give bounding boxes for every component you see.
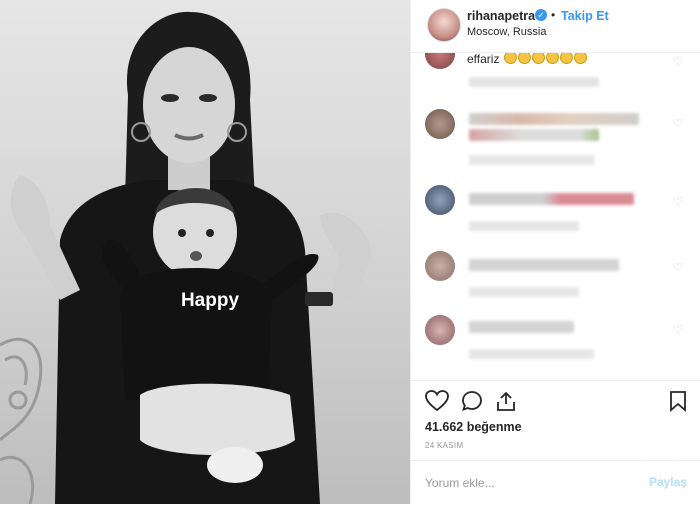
comment-text-blurred: [469, 259, 619, 271]
comment-like-icon[interactable]: ♡: [673, 323, 683, 336]
shirt-text: Happy: [181, 290, 240, 311]
comment-username[interactable]: effariz: [467, 53, 499, 66]
comment-like-icon[interactable]: ♡: [673, 261, 683, 274]
comment-text-blurred: [469, 321, 574, 333]
post-photo-illustration: Happy: [0, 11, 372, 504]
emoji-icon: [517, 53, 531, 64]
comment-bubble-icon[interactable]: [461, 390, 483, 417]
emoji-icon: [503, 53, 517, 64]
post-side-panel: rihanapetra ✓ • Takip Et Moscow, Russia …: [410, 0, 700, 504]
comment-meta-blurred: [469, 77, 599, 87]
author-username[interactable]: rihanapetra: [467, 9, 535, 23]
like-heart-icon[interactable]: [425, 390, 449, 417]
comment-text: effariz: [467, 53, 587, 66]
comment-text-blurred: [469, 193, 634, 205]
emoji-icon: [545, 53, 559, 64]
commenter-avatar[interactable]: [425, 53, 455, 69]
post-actions-bar: [411, 380, 700, 421]
add-comment-bar: Paylaş: [411, 460, 700, 505]
post-comment-button[interactable]: Paylaş: [649, 475, 687, 489]
comment-meta-blurred: [469, 221, 579, 231]
comment-text-blurred: [469, 113, 639, 125]
comment-like-icon[interactable]: ♡: [673, 195, 683, 208]
comment-like-icon[interactable]: ♡: [673, 55, 683, 68]
emoji-icon: [531, 53, 545, 64]
commenter-avatar[interactable]: [425, 315, 455, 345]
post-header: rihanapetra ✓ • Takip Et Moscow, Russia: [411, 0, 700, 53]
emoji-icon: [559, 53, 573, 64]
commenter-avatar[interactable]: [425, 109, 455, 139]
comment-text-blurred: [469, 129, 599, 141]
author-avatar[interactable]: [427, 8, 461, 42]
comment-meta-blurred: [469, 287, 579, 297]
bookmark-save-icon[interactable]: [669, 390, 687, 417]
post-location[interactable]: Moscow, Russia: [467, 26, 546, 38]
commenter-avatar[interactable]: [425, 185, 455, 215]
verified-badge-icon: ✓: [535, 9, 547, 21]
baby-onesie: [120, 268, 272, 400]
likes-count[interactable]: 41.662 beğenme: [425, 420, 522, 434]
share-upload-icon[interactable]: [495, 390, 517, 417]
comment-meta-blurred: [469, 349, 594, 359]
separator-dot: •: [551, 8, 556, 22]
comment-like-icon[interactable]: ♡: [673, 117, 683, 130]
comment-meta-blurred: [469, 155, 594, 165]
face-shape: [143, 47, 235, 163]
post-photo[interactable]: Happy: [0, 0, 410, 504]
comments-list[interactable]: effariz ♡ ♡ ♡ ♡ ♡: [411, 53, 700, 380]
comment-input[interactable]: [425, 473, 635, 493]
chair-decoration: [0, 337, 43, 504]
emoji-icon: [573, 53, 587, 64]
follow-button[interactable]: Takip Et: [561, 9, 609, 23]
post-date: 24 KASIM: [425, 441, 464, 450]
commenter-avatar[interactable]: [425, 251, 455, 281]
